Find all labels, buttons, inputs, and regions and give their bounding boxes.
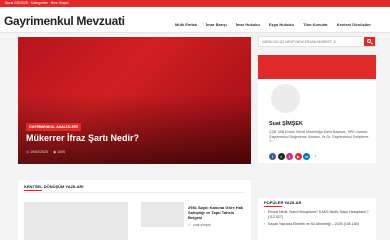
article-author[interactable]: suat şimşek	[193, 223, 211, 227]
nav-item-imar-barisi[interactable]: İmar Barışı	[206, 22, 227, 27]
popular-post-item[interactable]: › Emsal Nedir, Nasıl Hesaplanır? KAKS Ne…	[264, 210, 374, 219]
search-button[interactable]	[364, 37, 375, 46]
category-badge[interactable]: GAYRİMENKUL ANALİZLERİ	[26, 123, 81, 131]
search-box	[258, 36, 376, 47]
author-bio: ÇŞB. Milli Emlak Genel Müdürlüğü Daire B…	[269, 130, 369, 144]
article-title[interactable]: 2981 Sayılı Kanuna Göre Hak Sahipliği ve…	[188, 205, 248, 220]
twitter-icon[interactable]: t	[277, 153, 285, 160]
nav-item-esya-hukuku[interactable]: Eşya Hukuku	[269, 22, 294, 27]
popular-post-link[interactable]: Kaçak Yapılara Elektrik ve Su Aboneliği …	[268, 222, 359, 226]
search-icon	[367, 39, 372, 43]
clock-icon: ◷	[26, 150, 30, 154]
views-meta: ◉ 1000	[53, 150, 65, 154]
youtube-icon[interactable]: ▶	[294, 153, 302, 160]
nav-item-imar-hukuku[interactable]: İmar Hukuku	[236, 22, 260, 27]
social-links: f t i ▶ in”	[269, 153, 319, 160]
popular-posts: POPÜLER YAZILAR › Emsal Nedir, Nasıl Hes…	[258, 198, 376, 240]
date-meta: ◷ 19/02/2025	[26, 150, 48, 154]
article-thumbnail[interactable]	[24, 202, 128, 240]
popular-post-item[interactable]: › Kaçak Yapılara Elektrik ve Su Aboneliğ…	[264, 222, 374, 227]
hero-overlay	[18, 37, 251, 164]
featured-article-meta: ◷ 19/02/2025 ◉ 1000	[26, 150, 65, 154]
nav-item-kentsel-donusum[interactable]: Kentsel Dönüşüm	[337, 22, 371, 27]
title-underline	[24, 190, 42, 191]
article-author-meta: ⚇ suat şimşek	[188, 223, 211, 227]
author-card-banner	[258, 55, 376, 79]
facebook-icon[interactable]: f	[269, 153, 276, 160]
instagram-icon[interactable]: i	[286, 153, 294, 160]
search-input[interactable]	[262, 39, 362, 45]
top-bar: Sural 2/5/2025 · Kategoriler · Bize Ulaş…	[0, 0, 390, 7]
quote-icon[interactable]: ”	[311, 153, 319, 160]
main-nav: Mülk Emlak İmar Barışı İmar Hukuku Eşya …	[175, 22, 371, 27]
top-bar-text: Sural 2/5/2025 · Kategoriler · Bize Ulaş…	[5, 1, 69, 5]
author-card: Suat ŞİMŞEK ÇŞB. Milli Emlak Genel Müdür…	[258, 55, 376, 163]
popular-posts-title: POPÜLER YAZILAR	[264, 200, 302, 205]
article-thumbnail[interactable]	[141, 202, 184, 227]
linkedin-icon[interactable]: in	[303, 153, 311, 160]
avatar	[269, 82, 302, 115]
popular-post-link[interactable]: Emsal Nedir, Nasıl Hesaplanır? KAKS Nedi…	[268, 210, 368, 219]
author-name: Suat ŞİMŞEK	[269, 121, 303, 127]
site-header: Gayrimenkul Mevzuati Mülk Emlak İmar Bar…	[0, 7, 390, 33]
featured-article-title[interactable]: Mükerrer İfraz Şartı Nedir?	[26, 133, 139, 143]
chevron-right-icon: ›	[264, 222, 266, 226]
urban-renewal-section: KENTSEL DÖNÜŞÜM YAZILARI 2981 Sayılı Kan…	[18, 180, 251, 240]
featured-article[interactable]: GAYRİMENKUL ANALİZLERİ Mükerrer İfraz Şa…	[18, 37, 251, 164]
eye-icon: ◉	[53, 150, 57, 154]
title-underline	[264, 206, 282, 207]
site-logo[interactable]: Gayrimenkul Mevzuati	[4, 14, 125, 28]
nav-item-mulk-emlak[interactable]: Mülk Emlak	[175, 22, 197, 27]
user-icon: ⚇	[188, 223, 192, 227]
section-title: KENTSEL DÖNÜŞÜM YAZILARI	[24, 184, 84, 189]
nav-item-tum-konular[interactable]: Tüm Konular	[303, 22, 328, 27]
divider	[24, 192, 245, 193]
article-date: 19/02/2025	[30, 150, 49, 154]
chevron-right-icon: ›	[264, 210, 266, 214]
article-views: 1000	[57, 150, 66, 154]
